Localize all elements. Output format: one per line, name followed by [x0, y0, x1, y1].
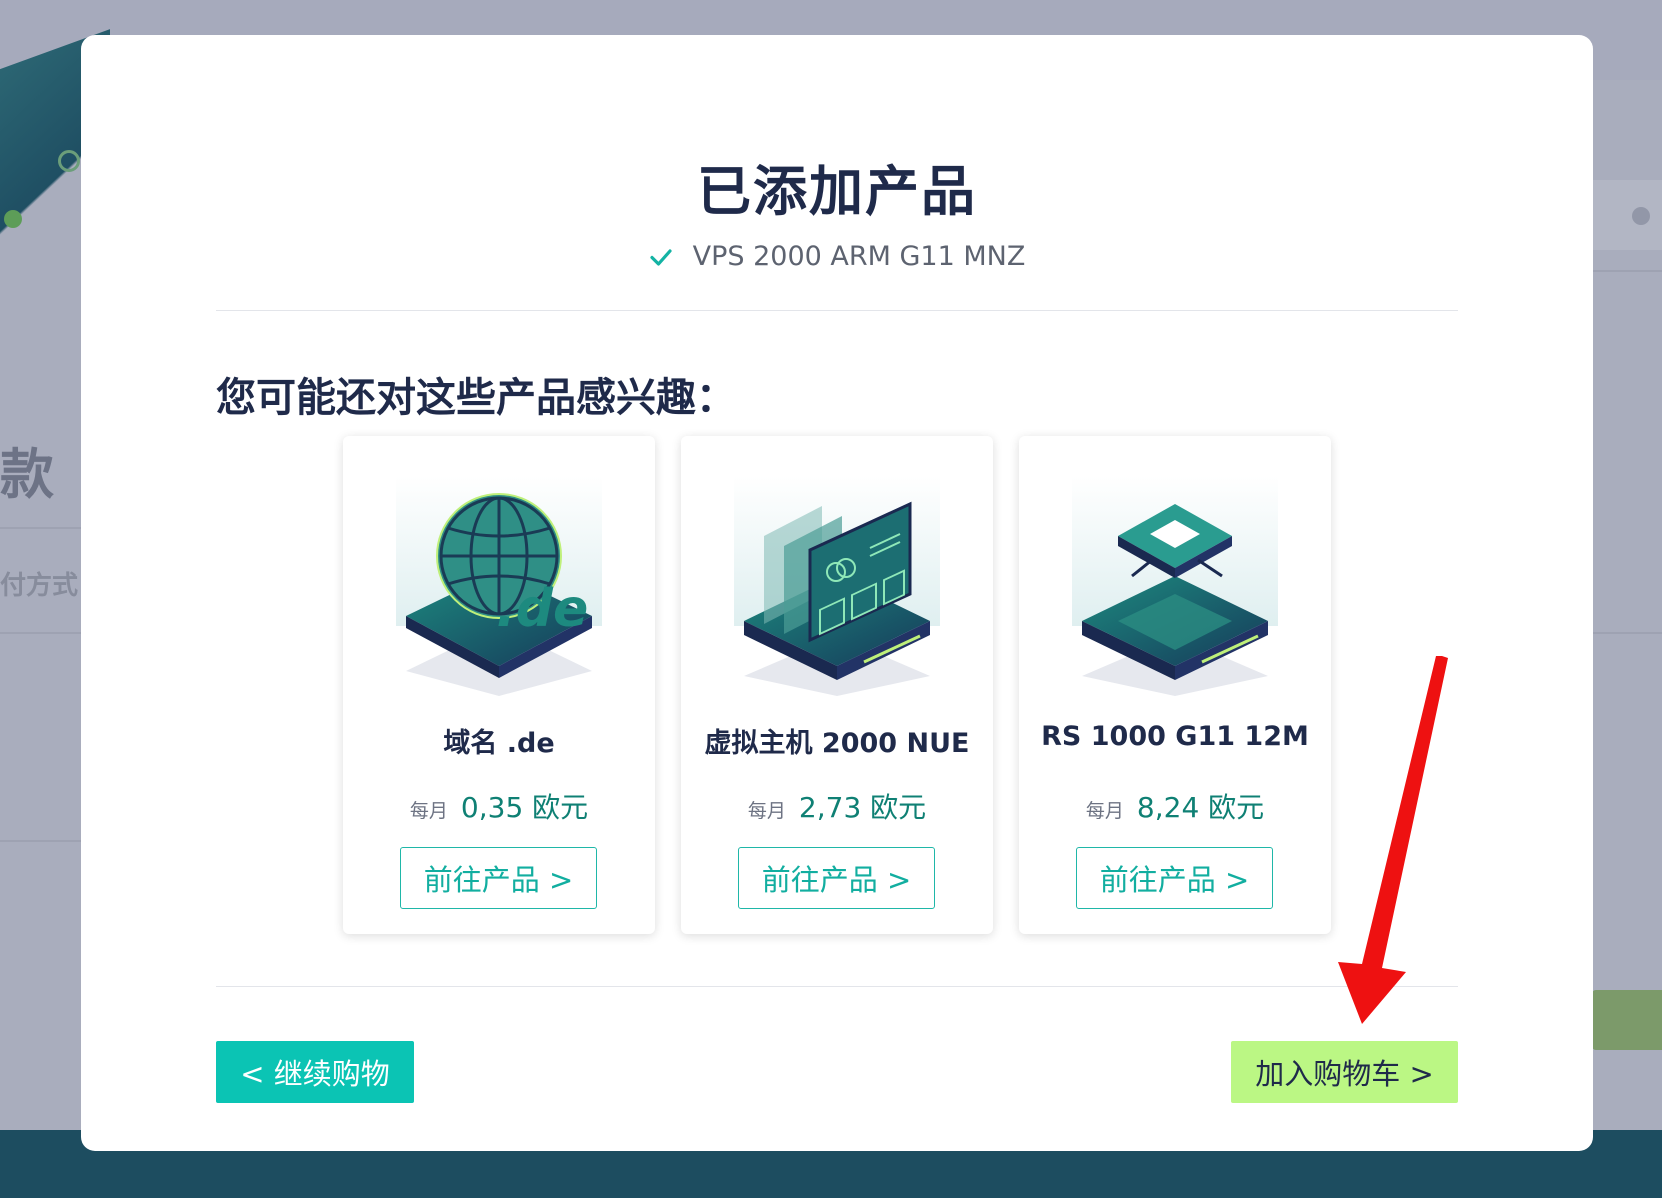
server-chip-icon [1072, 476, 1278, 696]
product-card: .de 域名 .de 每月 0,35 欧元 前往产品 > [343, 436, 655, 934]
background-divider [1592, 270, 1662, 272]
go-to-product-button[interactable]: 前往产品 > [1076, 847, 1273, 909]
background-divider [1592, 632, 1662, 634]
background-dot [58, 150, 80, 172]
added-product-name: VPS 2000 ARM G11 MNZ [692, 241, 1026, 272]
price-period: 每月 [1085, 800, 1124, 822]
modal-title: 已添加产品 [697, 160, 977, 223]
product-price: 每月 8,24 欧元 [1019, 786, 1331, 826]
product-name: 虚拟主机 2000 NUE [704, 728, 970, 759]
price-period: 每月 [747, 800, 786, 822]
background-subheading-fragment: 付方式 [0, 571, 79, 601]
add-to-cart-button[interactable]: 加入购物车 > [1231, 1041, 1458, 1103]
price-value: 0,35 欧元 [460, 791, 589, 824]
domain-globe-icon: .de [396, 476, 602, 696]
background-divider [0, 840, 90, 842]
recommendation-cards: .de 域名 .de 每月 0,35 欧元 前往产品 > 虚拟主机 2000 N… [343, 436, 1331, 934]
divider [216, 986, 1458, 987]
background-divider [0, 527, 90, 529]
product-name: RS 1000 G11 12M [1041, 721, 1309, 752]
go-to-product-button[interactable]: 前往产品 > [400, 847, 597, 909]
background-dot [4, 210, 22, 228]
background-divider [0, 632, 90, 634]
continue-shopping-button[interactable]: < 继续购物 [216, 1041, 414, 1103]
product-card: RS 1000 G11 12M 每月 8,24 欧元 前往产品 > [1019, 436, 1331, 934]
price-value: 2,73 欧元 [798, 791, 927, 824]
background-icon [1632, 207, 1650, 225]
divider [216, 310, 1458, 311]
background-button [1592, 990, 1662, 1050]
price-period: 每月 [409, 800, 448, 822]
product-card: 虚拟主机 2000 NUE 每月 2,73 欧元 前往产品 > [681, 436, 993, 934]
background-heading-fragment: 款 [0, 443, 54, 506]
product-name: 域名 .de [443, 728, 555, 759]
product-price: 每月 0,35 欧元 [343, 786, 655, 826]
svg-text:.de: .de [496, 579, 588, 639]
webhosting-panels-icon [734, 476, 940, 696]
go-to-product-button[interactable]: 前往产品 > [738, 847, 935, 909]
annotation-arrow-icon [1338, 656, 1448, 1024]
product-price: 每月 2,73 欧元 [681, 786, 993, 826]
price-value: 8,24 欧元 [1136, 791, 1265, 824]
added-product-row: VPS 2000 ARM G11 MNZ [81, 241, 1593, 272]
recommendations-title: 您可能还对这些产品感兴趣： [216, 375, 736, 421]
checkmark-icon [650, 248, 672, 266]
